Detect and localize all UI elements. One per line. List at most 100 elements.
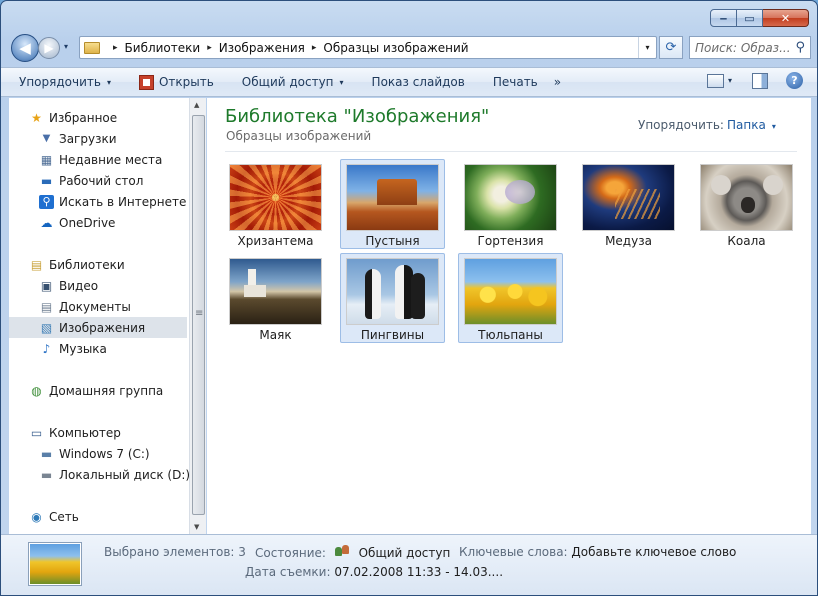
search-input[interactable]: Поиск: Образ... ⚲	[689, 36, 811, 59]
file-tile-jellyfish[interactable]: Медуза	[576, 159, 681, 249]
shared-users-icon	[334, 545, 351, 557]
libraries-icon: ▤	[30, 257, 43, 272]
address-dropdown-button[interactable]: ▾	[638, 37, 656, 58]
sidebar-item-web-search[interactable]: ⚲ Искать в Интернете	[39, 191, 186, 212]
organize-button[interactable]: Упорядочить ▾	[9, 68, 121, 96]
sidebar-item-drive-c[interactable]: ▬ Windows 7 (C:)	[39, 443, 150, 464]
lighthouse-image	[229, 258, 322, 325]
navigation-pane-scrollbar[interactable]: ▲ ▼	[189, 98, 206, 534]
share-label: Общий доступ	[241, 75, 334, 89]
selected-thumbnail-tulips	[29, 543, 81, 585]
sidebar-item-onedrive[interactable]: ☁ OneDrive	[39, 212, 116, 233]
penguins-image	[346, 258, 439, 325]
sidebar-item-pictures[interactable]: ▧ Изображения	[9, 317, 187, 338]
recent-pages-dropdown[interactable]: ▾	[64, 42, 68, 51]
view-controls: ▾ ?	[706, 72, 803, 89]
sidebar-item-video[interactable]: ▣ Видео	[39, 275, 98, 296]
sidebar-item-desktop[interactable]: ▬ Рабочий стол	[39, 170, 144, 191]
date-taken-value[interactable]: 07.02.2008 11:33 - 14.03....	[334, 565, 503, 579]
share-button[interactable]: Общий доступ ▾	[224, 68, 354, 96]
file-tile-tulips[interactable]: Тюльпаны	[458, 253, 563, 343]
breadcrumb-pictures[interactable]: Изображения	[219, 41, 305, 55]
state-label: Состояние:	[255, 546, 326, 560]
sidebar-item-computer[interactable]: ▭ Компьютер	[29, 422, 121, 443]
change-view-icon[interactable]	[706, 73, 724, 88]
search-placeholder: Поиск: Образ...	[695, 40, 791, 55]
file-name: Гортензия	[477, 234, 544, 248]
sidebar-item-favorites[interactable]: ★ Избранное	[29, 107, 117, 128]
state-value: Общий доступ	[358, 546, 451, 560]
chevron-right-icon[interactable]: ▸	[113, 43, 118, 53]
preview-pane-icon[interactable]	[752, 72, 768, 89]
sidebar-item-recent-places[interactable]: ▦ Недавние места	[39, 149, 163, 170]
sidebar-item-label: OneDrive	[59, 215, 116, 230]
chevron-down-icon: ▾	[771, 122, 776, 131]
file-tile-chrysanthemum[interactable]: Хризантема	[223, 159, 328, 249]
scroll-up-icon[interactable]: ▲	[194, 101, 199, 109]
back-button[interactable]: ◀	[11, 34, 39, 62]
maximize-button[interactable]: ▭	[737, 9, 763, 27]
close-button[interactable]: ✕	[763, 9, 809, 27]
slideshow-button[interactable]: Показ слайдов	[354, 68, 475, 96]
chevron-right-icon[interactable]: ▸	[312, 43, 317, 53]
scrollbar-thumb[interactable]	[192, 115, 205, 515]
sidebar-item-homegroup[interactable]: ◍ Домашняя группа	[29, 380, 163, 401]
sidebar-item-downloads[interactable]: ▼ Загрузки	[39, 128, 117, 149]
desktop-icon: ▬	[40, 173, 53, 188]
command-bar: Упорядочить ▾ Открыть Общий доступ ▾ Пок…	[1, 67, 817, 97]
help-icon[interactable]: ?	[786, 72, 803, 89]
view-dropdown-icon[interactable]: ▾	[728, 76, 732, 85]
sidebar-item-libraries[interactable]: ▤ Библиотеки	[29, 254, 125, 275]
sidebar-item-drive-d[interactable]: ▬ Локальный диск (D:)	[39, 464, 190, 485]
scroll-down-icon[interactable]: ▼	[194, 523, 199, 531]
library-subtitle: Образцы изображений	[226, 129, 372, 143]
file-name: Пингвины	[360, 328, 425, 342]
file-tile-desert[interactable]: Пустыня	[340, 159, 445, 249]
open-label: Открыть	[158, 75, 214, 89]
sidebar-item-label: Компьютер	[49, 425, 121, 440]
forward-arrow-icon: ▶	[44, 41, 54, 55]
homegroup-icon: ◍	[31, 383, 42, 398]
file-tile-penguins[interactable]: Пингвины	[340, 253, 445, 343]
sidebar-item-label: Домашняя группа	[49, 383, 164, 398]
forward-button[interactable]: ▶	[38, 37, 60, 59]
file-name: Пустыня	[365, 234, 420, 248]
caption-buttons: ‒ ▭ ✕	[710, 9, 809, 27]
chevron-right-icon[interactable]: ▸	[207, 43, 212, 53]
more-commands-button[interactable]: »	[548, 68, 571, 96]
date-taken-field: Дата съемки: 07.02.2008 11:33 - 14.03...…	[245, 565, 503, 579]
sidebar-item-label: Windows 7 (C:)	[59, 446, 150, 461]
sidebar-item-label: Загрузки	[59, 131, 117, 146]
sidebar-item-label: Библиотеки	[49, 257, 125, 272]
sidebar-item-label: Рабочий стол	[59, 173, 144, 188]
minimize-button[interactable]: ‒	[710, 9, 737, 27]
sidebar-item-label: Видео	[59, 278, 99, 293]
sidebar-item-label: Документы	[59, 299, 131, 314]
star-icon: ★	[31, 110, 42, 125]
print-button[interactable]: Печать	[475, 68, 548, 96]
sidebar-item-documents[interactable]: ▤ Документы	[39, 296, 131, 317]
sidebar-item-music[interactable]: ♪ Музыка	[39, 338, 107, 359]
desert-image	[346, 164, 439, 231]
refresh-button[interactable]: ⟳	[659, 36, 683, 59]
file-tile-lighthouse[interactable]: Маяк	[223, 253, 328, 343]
date-taken-label: Дата съемки:	[245, 565, 331, 579]
refresh-icon: ⟳	[665, 40, 677, 55]
sidebar-item-network[interactable]: ◉ Сеть	[29, 506, 79, 527]
downloads-icon: ▼	[42, 133, 51, 144]
file-tile-hydrangeas[interactable]: Гортензия	[458, 159, 563, 249]
file-tile-koala[interactable]: Коала	[694, 159, 799, 249]
address-bar[interactable]: ▸ Библиотеки ▸ Изображения ▸ Образцы изо…	[79, 36, 657, 59]
search-icon[interactable]: ⚲	[795, 40, 805, 55]
recent-places-icon: ▦	[40, 152, 53, 167]
file-list-pane: Библиотека "Изображения" Образцы изображ…	[207, 98, 811, 534]
open-button[interactable]: Открыть	[121, 68, 224, 96]
selected-count: Выбрано элементов: 3	[104, 545, 246, 559]
breadcrumb-sample-pictures[interactable]: Образцы изображений	[323, 41, 468, 55]
keywords-value[interactable]: Добавьте ключевое слово	[571, 545, 736, 559]
selected-count-text: Выбрано элементов: 3	[104, 545, 246, 559]
breadcrumb-libraries[interactable]: Библиотеки	[125, 41, 201, 55]
keywords-label: Ключевые слова:	[459, 545, 568, 559]
arrange-by-dropdown[interactable]: Папка ▾	[727, 118, 776, 132]
state-field: Состояние: Общий доступ	[255, 545, 450, 560]
